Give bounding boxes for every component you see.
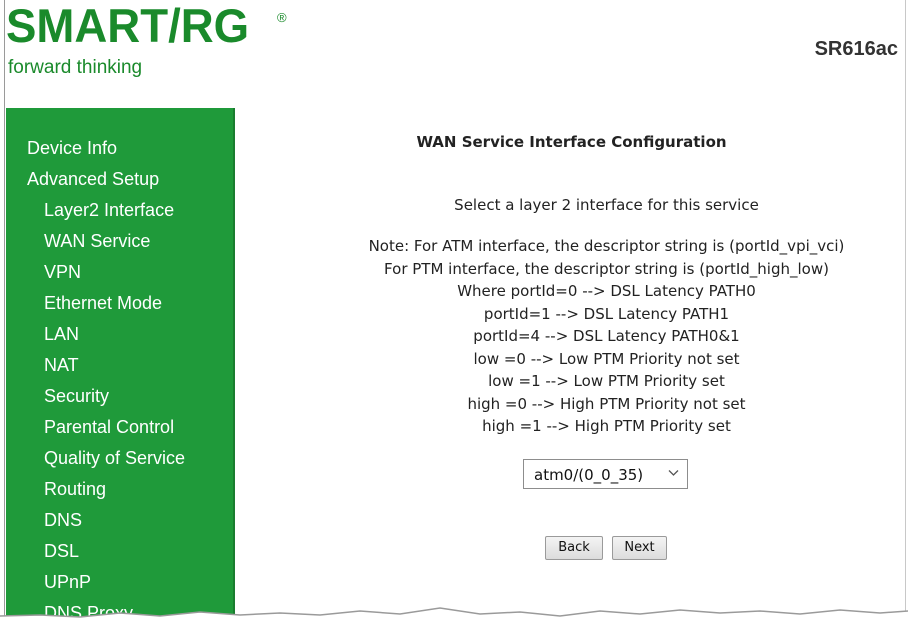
note-line: portId=1 --> DSL Latency PATH1 <box>483 304 730 323</box>
registered-mark: ® <box>277 10 287 25</box>
sidebar-item-wan-service[interactable]: WAN Service <box>44 231 150 252</box>
sidebar-item-upnp[interactable]: UPnP <box>44 572 91 593</box>
interface-select[interactable]: atm0/(0_0_35) <box>523 459 688 489</box>
note-line: Note: For ATM interface, the descriptor … <box>368 237 845 255</box>
logo-tagline: forward thinking <box>8 57 143 78</box>
interface-select-value: atm0/(0_0_35) <box>534 466 644 484</box>
back-button[interactable]: Back <box>545 536 603 560</box>
torn-edge <box>0 607 908 623</box>
sidebar-item-dsl[interactable]: DSL <box>44 541 79 562</box>
sidebar-item-routing[interactable]: Routing <box>44 479 106 500</box>
note-line: low =0 --> Low PTM Priority not set <box>473 349 740 368</box>
logo: SMART/RG <box>6 0 250 52</box>
sidebar-item-device-info[interactable]: Device Info <box>27 138 117 159</box>
sidebar-item-layer2-interface[interactable]: Layer2 Interface <box>44 200 174 221</box>
sidebar-item-quality-of-service[interactable]: Quality of Service <box>44 448 185 469</box>
header: SMART/RG ® forward thinking SR616ac <box>0 0 908 108</box>
note-line: low =1 --> Low PTM Priority set <box>488 372 725 390</box>
note-line: For PTM interface, the descriptor string… <box>384 259 829 278</box>
note-line: high =1 --> High PTM Priority set <box>482 417 731 435</box>
note-line: Where portId=0 --> DSL Latency PATH0 <box>457 282 756 300</box>
sidebar-nav: Device Info Advanced Setup Layer2 Interf… <box>6 108 235 623</box>
sidebar-item-dns[interactable]: DNS <box>44 510 82 531</box>
note-line: high =0 --> High PTM Priority not set <box>467 394 746 413</box>
next-button[interactable]: Next <box>612 536 667 560</box>
sidebar-item-security[interactable]: Security <box>44 386 109 407</box>
sidebar-item-nat[interactable]: NAT <box>44 355 79 376</box>
model-name: SR616ac <box>814 38 898 60</box>
sidebar-item-ethernet-mode[interactable]: Ethernet Mode <box>44 293 162 314</box>
chevron-down-icon <box>668 467 679 480</box>
note-line: portId=4 --> DSL Latency PATH0&1 <box>473 327 740 345</box>
page-title: WAN Service Interface Configuration <box>416 133 727 151</box>
sidebar-item-advanced-setup[interactable]: Advanced Setup <box>27 169 159 190</box>
sidebar-item-lan[interactable]: LAN <box>44 324 79 345</box>
page-subtitle: Select a layer 2 interface for this serv… <box>454 196 759 214</box>
sidebar-item-parental-control[interactable]: Parental Control <box>44 417 174 438</box>
sidebar-item-vpn[interactable]: VPN <box>44 262 81 283</box>
descriptor-note: Note: For ATM interface, the descriptor … <box>235 235 908 438</box>
